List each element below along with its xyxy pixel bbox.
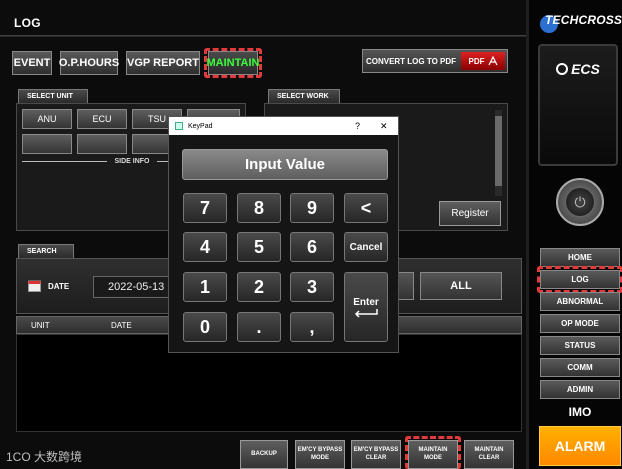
brand-logo: TECHCROSS (545, 13, 622, 27)
nav-log[interactable]: LOG (540, 270, 620, 289)
tab-op-hours[interactable]: O.P.HOURS (59, 51, 119, 75)
pdf-badge-text: PDF (468, 56, 485, 66)
date-input[interactable]: 2022-05-13 (93, 276, 173, 298)
nav-op-mode[interactable]: OP MODE (540, 314, 620, 333)
ecs-logo-icon (556, 63, 569, 75)
column-header-unit: UNIT (31, 321, 50, 330)
key-2[interactable]: 2 (237, 272, 281, 302)
key-8[interactable]: 8 (237, 193, 281, 223)
nav-status[interactable]: STATUS (540, 336, 620, 355)
key-5[interactable]: 5 (237, 232, 281, 262)
watermark-logo-icon: 1CO (6, 450, 35, 464)
pdf-badge: PDF (461, 52, 505, 70)
nav-admin[interactable]: ADMIN (540, 380, 620, 399)
convert-log-pdf-button[interactable]: CONVERT LOG TO PDF PDF (362, 49, 508, 73)
key-comma[interactable]: , (290, 312, 334, 342)
keypad-dialog: KeyPad ? ✕ Input Value 7 8 9 < 4 5 6 Can… (168, 116, 399, 353)
page-title: LOG (14, 16, 41, 30)
key-7[interactable]: 7 (183, 193, 227, 223)
tab-maintain[interactable]: MAINTAIN (207, 51, 259, 75)
key-9[interactable]: 9 (290, 193, 334, 223)
convert-log-pdf-label: CONVERT LOG TO PDF (365, 56, 457, 66)
all-button[interactable]: ALL (420, 272, 502, 300)
backup-button[interactable]: BACKUP (240, 440, 288, 469)
nav-home[interactable]: HOME (540, 248, 620, 267)
side-info-line-left (22, 161, 107, 162)
key-3[interactable]: 3 (290, 272, 334, 302)
emcy-bypass-mode-button[interactable]: EM'CY BYPASS MODE (295, 440, 345, 469)
key-dot[interactable]: . (237, 312, 281, 342)
power-icon[interactable]: ⏻ (565, 187, 595, 217)
ecs-logo-text: ECS (571, 61, 600, 77)
unit-button-ecu[interactable]: ECU (77, 109, 127, 129)
maintain-clear-button[interactable]: MAINTAIN CLEAR (464, 440, 514, 469)
key-0[interactable]: 0 (183, 312, 227, 342)
column-header-date: DATE (111, 321, 132, 330)
maintain-mode-button[interactable]: MAINTAIN MODE (408, 440, 458, 469)
key-1[interactable]: 1 (183, 272, 227, 302)
watermark-text: 大数跨境 (34, 450, 83, 464)
alarm-button[interactable]: ALARM (539, 426, 621, 466)
register-button[interactable]: Register (439, 201, 501, 226)
key-backspace[interactable]: < (344, 193, 388, 223)
imo-label: IMO (568, 405, 592, 419)
keypad-titlebar: KeyPad ? ✕ (169, 117, 398, 135)
select-unit-tab: SELECT UNIT (18, 89, 88, 103)
nav-comm[interactable]: COMM (540, 358, 620, 377)
search-tab: SEARCH (18, 244, 74, 258)
emcy-bypass-clear-button[interactable]: EM'CY BYPASS CLEAR (351, 440, 401, 469)
nav-abnormal[interactable]: ABNORMAL (540, 292, 620, 311)
key-4[interactable]: 4 (183, 232, 227, 262)
keypad-window-title: KeyPad (188, 122, 213, 130)
keypad-app-icon (175, 122, 183, 130)
keypad-display[interactable]: Input Value (182, 149, 388, 180)
side-info-label: SIDE INFO (114, 158, 150, 165)
watermark: 1CO 大数跨境 (6, 448, 82, 465)
tab-vgp-report[interactable]: VGP REPORT (126, 51, 200, 75)
key-enter-label: Enter (353, 296, 379, 308)
ecs-logo: ECS (545, 52, 611, 86)
title-divider (0, 35, 526, 37)
select-work-scroll-thumb[interactable] (495, 116, 502, 186)
key-6[interactable]: 6 (290, 232, 334, 262)
key-cancel[interactable]: Cancel (344, 232, 388, 262)
unit-button-blank-2[interactable] (77, 134, 127, 154)
help-icon[interactable]: ? (355, 121, 360, 131)
select-work-tab: SELECT WORK (268, 89, 340, 103)
close-icon[interactable]: ✕ (380, 121, 388, 132)
tab-event[interactable]: EVENT (12, 51, 52, 75)
key-enter[interactable]: Enter (344, 272, 388, 342)
unit-button-anu[interactable]: ANU (22, 109, 72, 129)
search-button-partial[interactable] (398, 272, 414, 300)
date-label: DATE (48, 282, 70, 291)
unit-button-blank-1[interactable] (22, 134, 72, 154)
enter-arrow-icon (354, 308, 378, 318)
calendar-icon (28, 280, 41, 292)
pdf-icon (487, 56, 498, 66)
